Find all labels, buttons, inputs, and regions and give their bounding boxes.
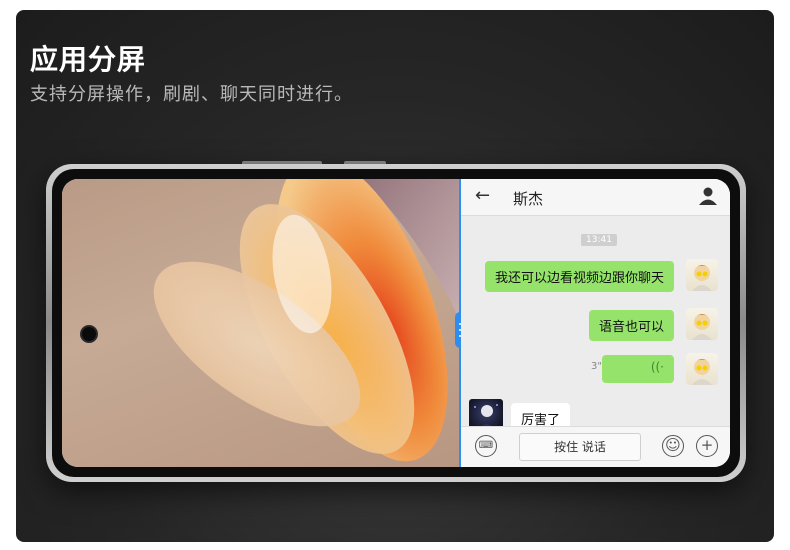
subline: 支持分屏操作，刷剧、聊天同时进行。 (30, 84, 353, 105)
message-timestamp: 13:41 (581, 234, 617, 246)
video-wallpaper-pane[interactable] (62, 179, 459, 467)
phone-bezel: ← 斯杰 13:41 我还可以边看视频边跟你聊天 语音也可以 3" ((· 厉害… (52, 169, 740, 477)
voice-wave-icon: ((· (650, 360, 664, 374)
chat-input-bar: ⌨ 按住 说话 ☺ + (461, 426, 730, 467)
voice-message-bubble[interactable]: ((· (602, 355, 674, 383)
hold-to-talk-button[interactable]: 按住 说话 (519, 433, 641, 461)
add-icon[interactable]: + (696, 435, 718, 457)
headline: 应用分屏 (30, 43, 147, 76)
message-bubble-outgoing[interactable]: 语音也可以 (588, 310, 674, 341)
front-camera (82, 327, 96, 341)
keyboard-icon[interactable]: ⌨ (475, 435, 497, 457)
message-bubble-outgoing[interactable]: 我还可以边看视频边跟你聊天 (484, 261, 674, 292)
my-avatar[interactable] (686, 308, 718, 340)
voice-duration: 3" (591, 361, 602, 372)
contact-name: 斯杰 (513, 190, 544, 208)
profile-icon[interactable] (698, 186, 718, 210)
back-arrow-icon[interactable]: ← (475, 185, 490, 206)
chat-pane: ← 斯杰 13:41 我还可以边看视频边跟你聊天 语音也可以 3" ((· 厉害… (461, 179, 730, 467)
emoji-icon[interactable]: ☺ (662, 435, 684, 457)
phone-screen: ← 斯杰 13:41 我还可以边看视频边跟你聊天 语音也可以 3" ((· 厉害… (62, 179, 730, 467)
my-avatar[interactable] (686, 353, 718, 385)
phone-frame: ← 斯杰 13:41 我还可以边看视频边跟你聊天 语音也可以 3" ((· 厉害… (46, 164, 746, 482)
promo-panel: 应用分屏 支持分屏操作，刷剧、聊天同时进行。 ← 斯杰 13:41 我还可以边看… (16, 10, 774, 542)
chat-header: ← 斯杰 (461, 179, 730, 216)
abstract-wallpaper-art (153, 179, 459, 462)
my-avatar[interactable] (686, 259, 718, 291)
